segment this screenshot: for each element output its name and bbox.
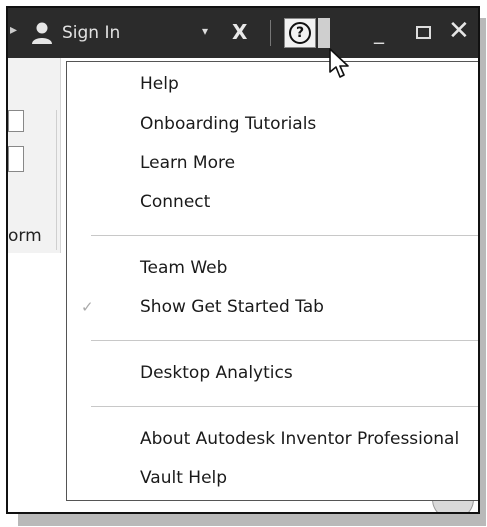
user-icon[interactable] (31, 21, 53, 45)
chevron-down-icon[interactable]: ▾ (202, 24, 208, 38)
mouse-pointer-icon (329, 48, 349, 78)
menu-item-connect[interactable]: Connect (67, 186, 478, 218)
menu-item-label: Desktop Analytics (140, 363, 293, 383)
application-window: ▸ Sign In ▾ X ? _ ✕ orm Help Onboarding … (6, 6, 480, 514)
maximize-button[interactable] (416, 26, 431, 39)
close-button[interactable]: ✕ (448, 16, 470, 46)
help-dropdown-menu: Help Onboarding Tutorials Learn More Con… (66, 61, 478, 501)
ribbon-divider (56, 110, 57, 250)
toolbar-divider (270, 20, 271, 46)
question-mark-icon: ? (289, 22, 311, 44)
menu-item-label: Team Web (140, 258, 228, 278)
menu-item-label: Connect (140, 192, 211, 212)
menu-item-show-get-started-tab[interactable]: ✓ Show Get Started Tab (67, 291, 478, 323)
menu-separator (91, 340, 478, 341)
menu-item-team-web[interactable]: Team Web (67, 252, 478, 284)
sign-in-button[interactable]: Sign In (62, 23, 120, 43)
menu-item-label: Learn More (140, 153, 236, 173)
menu-separator (91, 235, 478, 236)
menu-item-vault-help[interactable]: Vault Help (67, 462, 478, 494)
menu-item-onboarding-tutorials[interactable]: Onboarding Tutorials (67, 108, 478, 140)
help-button[interactable]: ? (284, 18, 316, 48)
menu-item-about[interactable]: About Autodesk Inventor Professional (67, 423, 478, 455)
ribbon-panel: orm (8, 58, 61, 253)
chevron-left-icon[interactable]: ▸ (10, 22, 17, 38)
exchange-logo-icon[interactable]: X (232, 20, 247, 44)
checkmark-icon: ✓ (81, 298, 94, 316)
menu-separator (91, 406, 478, 407)
menu-item-desktop-analytics[interactable]: Desktop Analytics (67, 357, 478, 389)
menu-item-label: Show Get Started Tab (140, 297, 324, 317)
menu-item-label: Vault Help (140, 468, 228, 488)
minimize-button[interactable]: _ (374, 20, 384, 44)
menu-item-learn-more[interactable]: Learn More (67, 147, 478, 179)
menu-item-label: Onboarding Tutorials (140, 114, 317, 134)
help-dropdown-toggle[interactable] (318, 18, 330, 48)
ribbon-panel-label: orm (8, 226, 42, 246)
form-tool-icon[interactable] (8, 146, 24, 172)
sketch-tool-icon[interactable] (8, 110, 24, 132)
menu-item-help[interactable]: Help (67, 68, 478, 100)
menu-item-label: Help (140, 74, 179, 94)
title-bar: ▸ Sign In ▾ X ? _ ✕ (8, 8, 478, 58)
menu-item-label: About Autodesk Inventor Professional (140, 429, 460, 449)
